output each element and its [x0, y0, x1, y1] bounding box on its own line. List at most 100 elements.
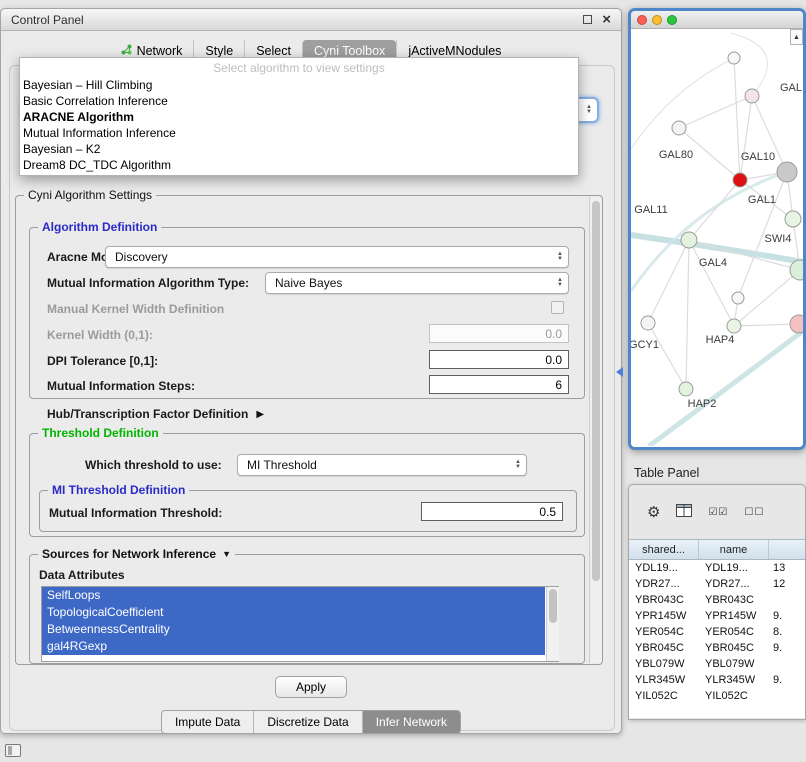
- cell-shared-name: YBR045C: [629, 642, 699, 654]
- list-scrollbar-thumb[interactable]: [549, 589, 557, 623]
- network-view-window: GALGAL80GAL10GAL11GAL1SWI4GAL4GCY1HAP4HA…: [628, 8, 806, 450]
- cell-name: YPR145W: [699, 610, 769, 622]
- network-node-label: GAL11: [634, 204, 667, 216]
- dropdown-item-label: Basic Correlation Inference: [23, 94, 168, 108]
- tab-label: jActiveMNodules: [408, 44, 501, 58]
- close-traffic-light-icon[interactable]: [637, 15, 647, 25]
- bottom-tab[interactable]: Discretize Data: [253, 711, 361, 733]
- tab-label: Style: [205, 44, 233, 58]
- network-window-frame: GALGAL80GAL10GAL11GAL1SWI4GAL4GCY1HAP4HA…: [631, 11, 803, 447]
- collapse-right-icon: ▶: [256, 409, 264, 420]
- table-column-header[interactable]: shared...: [629, 540, 699, 559]
- cell-name: YBL079W: [699, 658, 769, 670]
- network-node[interactable]: [777, 162, 797, 182]
- table-header-row: shared...name: [629, 539, 805, 560]
- sources-group-title[interactable]: Sources for Network Inference ▼: [38, 547, 235, 561]
- dpi-tolerance-field[interactable]: [429, 350, 569, 369]
- network-node[interactable]: [728, 52, 740, 64]
- cell-shared-name: YER054C: [629, 626, 699, 638]
- network-canvas[interactable]: GALGAL80GAL10GAL11GAL1SWI4GAL4GCY1HAP4HA…: [631, 29, 803, 447]
- cell-value: 9.: [769, 642, 805, 654]
- list-scrollbar[interactable]: [546, 587, 559, 661]
- dropdown-item[interactable]: Mutual Information Inference: [20, 125, 578, 141]
- data-attributes-list[interactable]: SelfLoopsTopologicalCoefficientBetweenne…: [41, 586, 559, 662]
- attribute-list-item[interactable]: SelfLoops: [42, 587, 545, 604]
- network-node[interactable]: [790, 315, 803, 333]
- settings-scrollbar-thumb[interactable]: [592, 201, 600, 581]
- network-node-label: SWI4: [765, 233, 792, 245]
- network-window-titlebar[interactable]: [631, 11, 803, 29]
- table-column-header[interactable]: [769, 540, 805, 559]
- aracne-mode-combo[interactable]: Discovery ▲▼: [105, 246, 569, 268]
- network-node-label: GAL80: [659, 149, 693, 161]
- bottom-tab-segments: Impute DataDiscretize DataInfer Network: [161, 710, 461, 734]
- mi-threshold-label: Mutual Information Threshold:: [49, 506, 222, 520]
- network-node[interactable]: [641, 316, 655, 330]
- network-node[interactable]: [732, 292, 744, 304]
- manual-kernel-width-checkbox[interactable]: [551, 301, 564, 314]
- data-attributes-label: Data Attributes: [39, 568, 125, 582]
- network-node[interactable]: [727, 319, 741, 333]
- mi-threshold-field[interactable]: [421, 502, 563, 521]
- table-row[interactable]: YBR043C YBR043C: [629, 592, 805, 608]
- combo-arrows-icon: ▲▼: [552, 252, 568, 262]
- attribute-list-item[interactable]: BetweennessCentrality: [42, 621, 545, 638]
- hub-definition-expander[interactable]: Hub/Transcription Factor Definition ▶: [47, 407, 264, 421]
- cell-shared-name: YBR043C: [629, 594, 699, 606]
- minimized-panel-icon[interactable]: [5, 744, 21, 757]
- dropdown-item[interactable]: Dream8 DC_TDC Algorithm: [20, 157, 578, 173]
- network-edge-curve: [731, 33, 767, 96]
- select-all-icon[interactable]: ☑☑: [708, 507, 728, 518]
- cell-shared-name: YDR27...: [629, 578, 699, 590]
- table-row[interactable]: YBR045C YBR045C 9.: [629, 640, 805, 656]
- attribute-list-item[interactable]: gal4RGexp: [42, 638, 545, 655]
- network-node[interactable]: [785, 211, 801, 227]
- manual-kernel-width-label: Manual Kernel Width Definition: [47, 302, 224, 316]
- settings-scrollbar[interactable]: [589, 197, 602, 663]
- mi-algorithm-type-combo[interactable]: Naive Bayes ▲▼: [265, 272, 569, 294]
- network-node[interactable]: [681, 232, 697, 248]
- attribute-list-item[interactable]: TopologicalCoefficient: [42, 604, 545, 621]
- network-edge: [686, 240, 689, 389]
- network-edge: [734, 324, 799, 326]
- cell-value: 8.: [769, 626, 805, 638]
- dropdown-item[interactable]: Basic Correlation Inference: [20, 93, 578, 109]
- dropdown-item-label: Dream8 DC_TDC Algorithm: [23, 158, 171, 172]
- table-row[interactable]: YDL19... YDL19... 13: [629, 560, 805, 576]
- table-row[interactable]: YIL052C YIL052C: [629, 688, 805, 704]
- minimize-traffic-light-icon[interactable]: [652, 15, 662, 25]
- table-row[interactable]: YBL079W YBL079W: [629, 656, 805, 672]
- table-row[interactable]: YLR345W YLR345W 9.: [629, 672, 805, 688]
- table-row[interactable]: YDR27... YDR27... 12: [629, 576, 805, 592]
- float-window-icon[interactable]: [583, 15, 592, 24]
- dropdown-item[interactable]: Bayesian – K2: [20, 141, 578, 157]
- kernel-width-label: Kernel Width (0,1):: [47, 328, 153, 342]
- combo-down-arrow: ▼: [557, 257, 563, 262]
- close-window-icon[interactable]: ×: [602, 15, 611, 25]
- unselect-all-icon[interactable]: ☐☐: [744, 507, 764, 518]
- apply-button[interactable]: Apply: [275, 676, 347, 698]
- collapse-panel-icon[interactable]: [616, 367, 623, 377]
- which-threshold-combo[interactable]: MI Threshold ▲▼: [237, 454, 527, 476]
- dropdown-item[interactable]: ARACNE Algorithm: [20, 109, 578, 125]
- dropdown-item[interactable]: Bayesian – Hill Climbing: [20, 77, 578, 93]
- network-node[interactable]: [745, 89, 759, 103]
- table-row[interactable]: YPR145W YPR145W 9.: [629, 608, 805, 624]
- mi-steps-field[interactable]: [429, 375, 569, 394]
- table-row[interactable]: YER054C YER054C 8.: [629, 624, 805, 640]
- network-node-label: HAP4: [706, 334, 735, 346]
- network-node[interactable]: [733, 173, 747, 187]
- control-panel-titlebar[interactable]: Control Panel ×: [1, 9, 621, 31]
- network-node[interactable]: [679, 382, 693, 396]
- scroll-up-button[interactable]: ▲: [790, 29, 803, 45]
- table-panel-window: ⚙ ☑☑ ☐☐ shared...name YDL19... YDL19... …: [628, 484, 806, 720]
- network-edge: [648, 240, 689, 323]
- zoom-traffic-light-icon[interactable]: [667, 15, 677, 25]
- network-node[interactable]: [672, 121, 686, 135]
- columns-icon[interactable]: [676, 504, 692, 521]
- bottom-tab[interactable]: Infer Network: [362, 711, 460, 733]
- bottom-tab[interactable]: Impute Data: [162, 711, 253, 733]
- gear-icon[interactable]: ⚙: [647, 503, 660, 521]
- network-graph[interactable]: GALGAL80GAL10GAL11GAL1SWI4GAL4GCY1HAP4HA…: [631, 29, 803, 446]
- table-column-header[interactable]: name: [699, 540, 769, 559]
